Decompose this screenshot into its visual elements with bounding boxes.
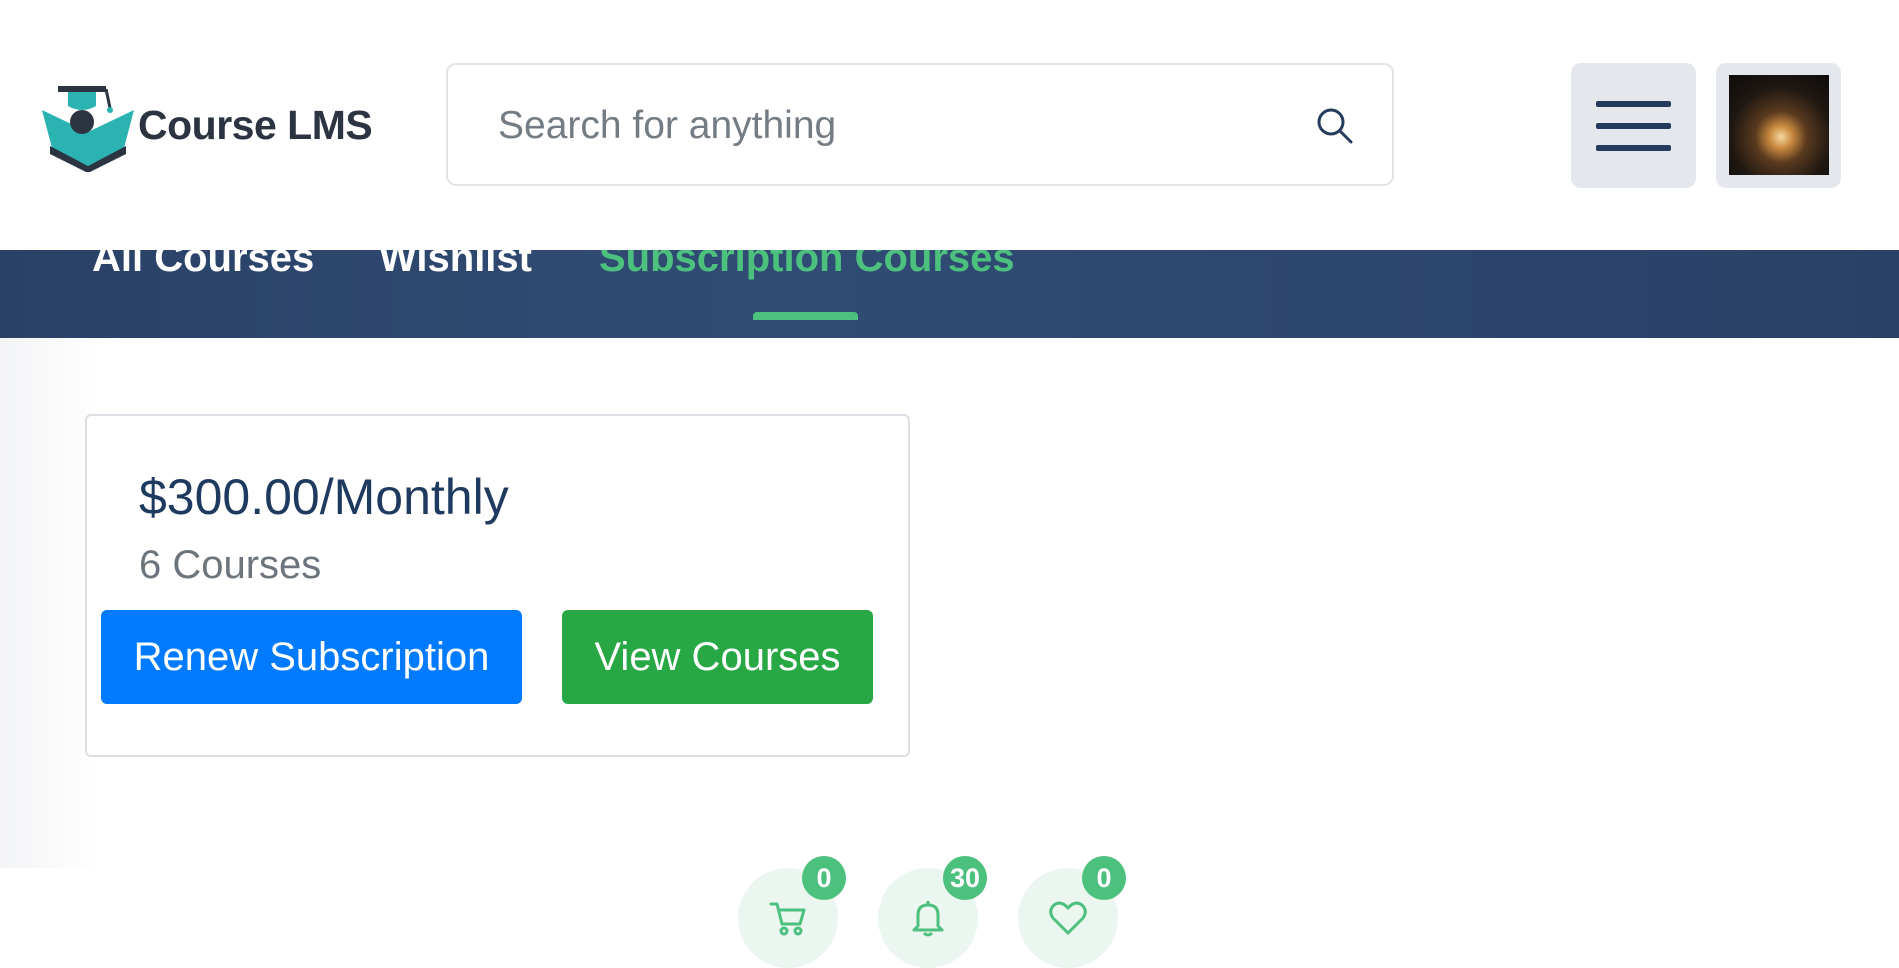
view-courses-button[interactable]: View Courses (562, 610, 873, 704)
brand-name: Course LMS (138, 102, 373, 148)
hamburger-menu-icon-bar (1596, 145, 1671, 151)
profile-button[interactable] (1716, 63, 1841, 188)
cart-icon (769, 902, 806, 936)
wishlist-count-badge: 0 (1082, 856, 1126, 900)
subscription-course-count: 6 Courses (139, 543, 322, 587)
brand-logo[interactable]: Course LMS (40, 80, 380, 172)
subscription-price: $300.00/Monthly (139, 469, 509, 525)
cart-count-badge: 0 (802, 856, 846, 900)
search-icon[interactable] (1314, 105, 1354, 145)
bell-icon (912, 901, 944, 937)
tab-subscription-courses[interactable]: Subscription Courses (599, 250, 1015, 281)
heart-icon (1049, 901, 1087, 935)
tab-wishlist[interactable]: Wishlist (379, 250, 532, 281)
search-bar (446, 63, 1394, 186)
tab-all-courses[interactable]: All Courses (92, 250, 314, 281)
user-avatar (1729, 75, 1829, 175)
search-input[interactable] (496, 91, 1280, 161)
site-header: Course LMS (0, 0, 1899, 250)
notifications-count-badge: 30 (943, 856, 987, 900)
hamburger-menu-icon (1596, 101, 1671, 107)
active-tab-indicator (753, 312, 858, 320)
renew-subscription-button[interactable]: Renew Subscription (101, 610, 522, 704)
course-tabs: All Courses Wishlist Subscription Course… (0, 250, 1899, 338)
menu-button[interactable] (1571, 63, 1696, 188)
graduation-cap-book-icon (42, 86, 134, 172)
hamburger-menu-icon-bar (1596, 123, 1671, 129)
subscription-card: $300.00/Monthly 6 Courses Renew Subscrip… (85, 414, 910, 757)
